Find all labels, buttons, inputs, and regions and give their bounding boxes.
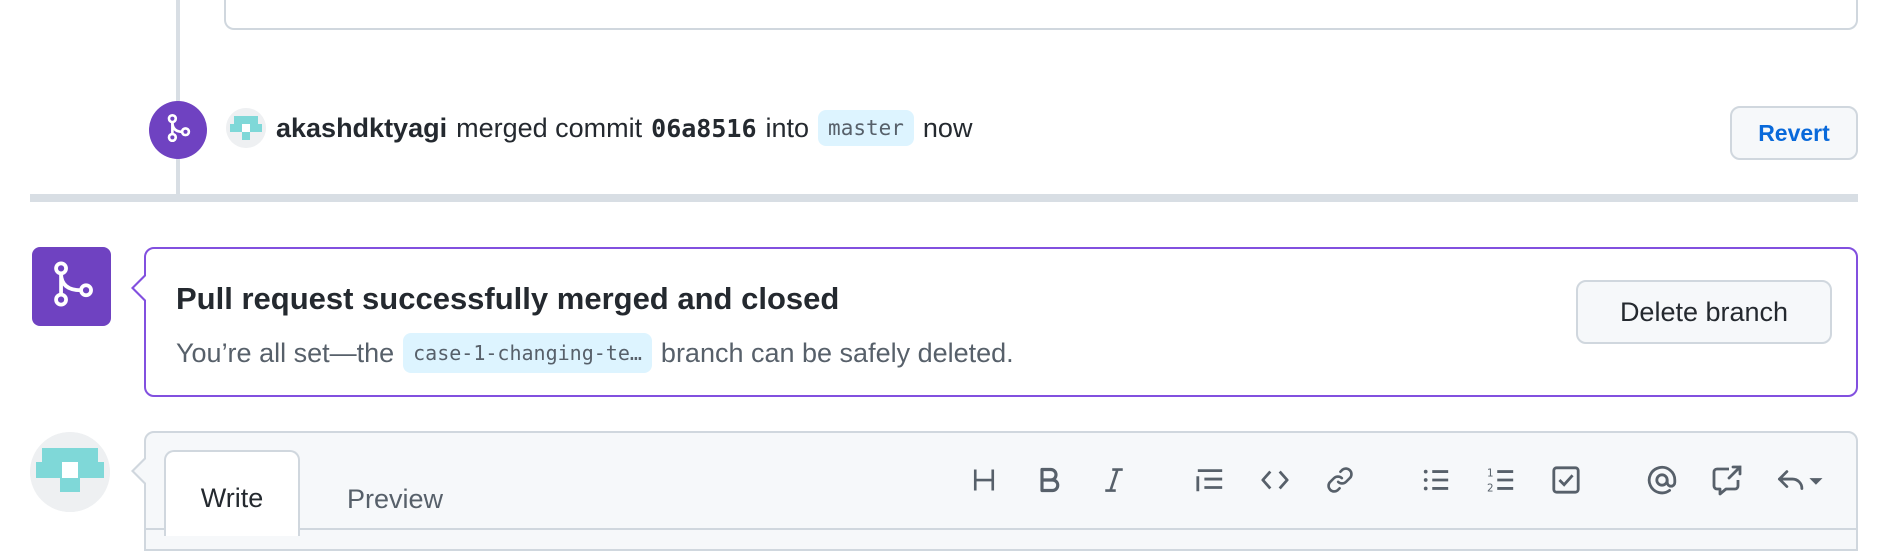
- italic-icon[interactable]: [1092, 458, 1136, 502]
- numbered-list-icon[interactable]: 12: [1479, 458, 1523, 502]
- svg-text:2: 2: [1487, 482, 1494, 494]
- composer-pointer-inner: [134, 459, 146, 483]
- link-icon[interactable]: [1318, 458, 1362, 502]
- tab-preview[interactable]: Preview: [320, 456, 470, 534]
- heading-icon[interactable]: [962, 458, 1006, 502]
- cross-reference-icon[interactable]: [1705, 458, 1749, 502]
- user-avatar[interactable]: [226, 108, 266, 148]
- bold-icon[interactable]: [1027, 458, 1071, 502]
- git-merge-icon: [163, 113, 193, 148]
- merge-badge: [149, 101, 207, 159]
- merged-box-pointer-inner: [134, 276, 146, 300]
- merge-event-text: akashdktyagi merged commit 06a8516 into …: [276, 108, 972, 148]
- merged-desc-before: You’re all set—the: [176, 337, 395, 368]
- timeline-divider: [30, 194, 1858, 202]
- head-branch-link[interactable]: case-1-changing-te…: [403, 333, 652, 373]
- merged-title: Pull request successfully merged and clo…: [176, 281, 840, 316]
- revert-button[interactable]: Revert: [1730, 106, 1858, 160]
- merge-action-text: merged commit: [456, 112, 643, 143]
- merged-description: You’re all set—the case-1-changing-te… b…: [176, 332, 1014, 374]
- username-link[interactable]: akashdktyagi: [276, 113, 447, 144]
- merged-desc-after: branch can be safely deleted.: [660, 337, 1014, 368]
- target-branch-link[interactable]: master: [818, 110, 914, 146]
- reply-icon[interactable]: [1770, 458, 1830, 502]
- delete-branch-button[interactable]: Delete branch: [1576, 280, 1832, 344]
- mention-icon[interactable]: [1640, 458, 1684, 502]
- tab-write[interactable]: Write: [164, 450, 300, 536]
- git-merge-icon: [47, 259, 97, 314]
- timeline-line: [176, 0, 180, 195]
- task-list-icon[interactable]: [1544, 458, 1588, 502]
- composer-avatar[interactable]: [30, 432, 110, 512]
- merged-status-badge: [32, 247, 111, 326]
- commit-sha-link[interactable]: 06a8516: [651, 114, 756, 143]
- event-time[interactable]: now: [923, 113, 973, 144]
- previous-comment-box: [224, 0, 1858, 30]
- bulleted-list-icon[interactable]: [1414, 458, 1458, 502]
- into-text: into: [765, 112, 810, 143]
- code-icon[interactable]: [1253, 458, 1297, 502]
- quote-icon[interactable]: [1188, 458, 1232, 502]
- svg-text:1: 1: [1487, 467, 1494, 479]
